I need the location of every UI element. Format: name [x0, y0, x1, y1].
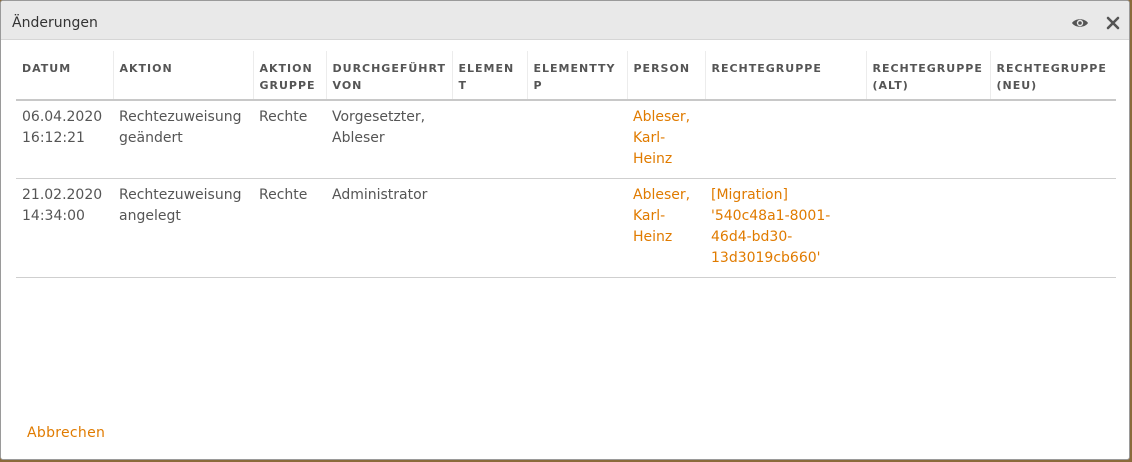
cell-rechtegruppe-link[interactable]: [Migration] '540c48a1-8001-46d4-bd30-13d… — [705, 178, 866, 278]
col-header-person[interactable]: PERSON — [626, 51, 705, 101]
table-row: 21.02.2020 14:34:00 Rechtezuweisung ange… — [16, 178, 1116, 278]
col-header-rechtegruppe[interactable]: RECHTEGRUPPE — [704, 51, 866, 101]
eye-icon[interactable] — [1071, 15, 1089, 31]
cell-rechtegruppe-alt — [866, 100, 990, 179]
changes-table: DATUM AKTION AKTION GRUPPE DURCHGEFÜHRT … — [16, 51, 1116, 278]
cell-rechtegruppe-neu — [990, 178, 1116, 278]
cell-durchgefuehrt-von: Vorgesetzter, Ableser — [326, 100, 452, 179]
table-header-row: DATUM AKTION AKTION GRUPPE DURCHGEFÜHRT … — [16, 51, 1116, 101]
col-header-datum[interactable]: DATUM — [16, 51, 113, 101]
cell-datum: 21.02.2020 14:34:00 — [16, 178, 113, 278]
dialog-title: Änderungen — [12, 15, 98, 31]
cell-element — [452, 178, 527, 278]
cancel-button[interactable]: Abbrechen — [27, 425, 105, 441]
cell-elementtyp — [527, 178, 627, 278]
cell-rechtegruppe-neu — [990, 100, 1116, 179]
col-header-rechtegruppe-alt[interactable]: RECHTEGRUPPE (ALT) — [865, 51, 990, 101]
cell-aktion: Rechtezuweisung angelegt — [113, 178, 253, 278]
dialog-titlebar: Änderungen — [1, 1, 1129, 40]
col-header-rechtegruppe-neu[interactable]: RECHTEGRUPPE (NEU) — [989, 51, 1116, 101]
cell-person-link[interactable]: Ableser, Karl-Heinz — [627, 178, 705, 278]
close-icon[interactable] — [1106, 15, 1124, 31]
cell-elementtyp — [527, 100, 627, 179]
cell-element — [452, 100, 527, 179]
cell-aktion-gruppe: Rechte — [253, 100, 326, 179]
col-header-durchgefuehrt-von[interactable]: DURCHGEFÜHRT VON — [325, 51, 452, 101]
table-row: 06.04.2020 16:12:21 Rechtezuweisung geän… — [16, 100, 1116, 179]
cell-rechtegruppe-alt — [866, 178, 990, 278]
col-header-aktion-gruppe[interactable]: AKTION GRUPPE — [252, 51, 326, 101]
cell-rechtegruppe-link[interactable] — [705, 100, 866, 179]
cell-person-link[interactable]: Ableser, Karl-Heinz — [627, 100, 705, 179]
cell-aktion-gruppe: Rechte — [253, 178, 326, 278]
col-header-elementtyp[interactable]: ELEMENTTYP — [526, 51, 627, 101]
cell-aktion: Rechtezuweisung geändert — [113, 100, 253, 179]
col-header-aktion[interactable]: AKTION — [112, 51, 253, 101]
col-header-element[interactable]: ELEMENT — [451, 51, 527, 101]
changes-dialog: Änderungen DATUM AKTION AKTION GRUPPE DU… — [0, 0, 1130, 460]
cell-durchgefuehrt-von: Administrator — [326, 178, 452, 278]
cell-datum: 06.04.2020 16:12:21 — [16, 100, 113, 179]
